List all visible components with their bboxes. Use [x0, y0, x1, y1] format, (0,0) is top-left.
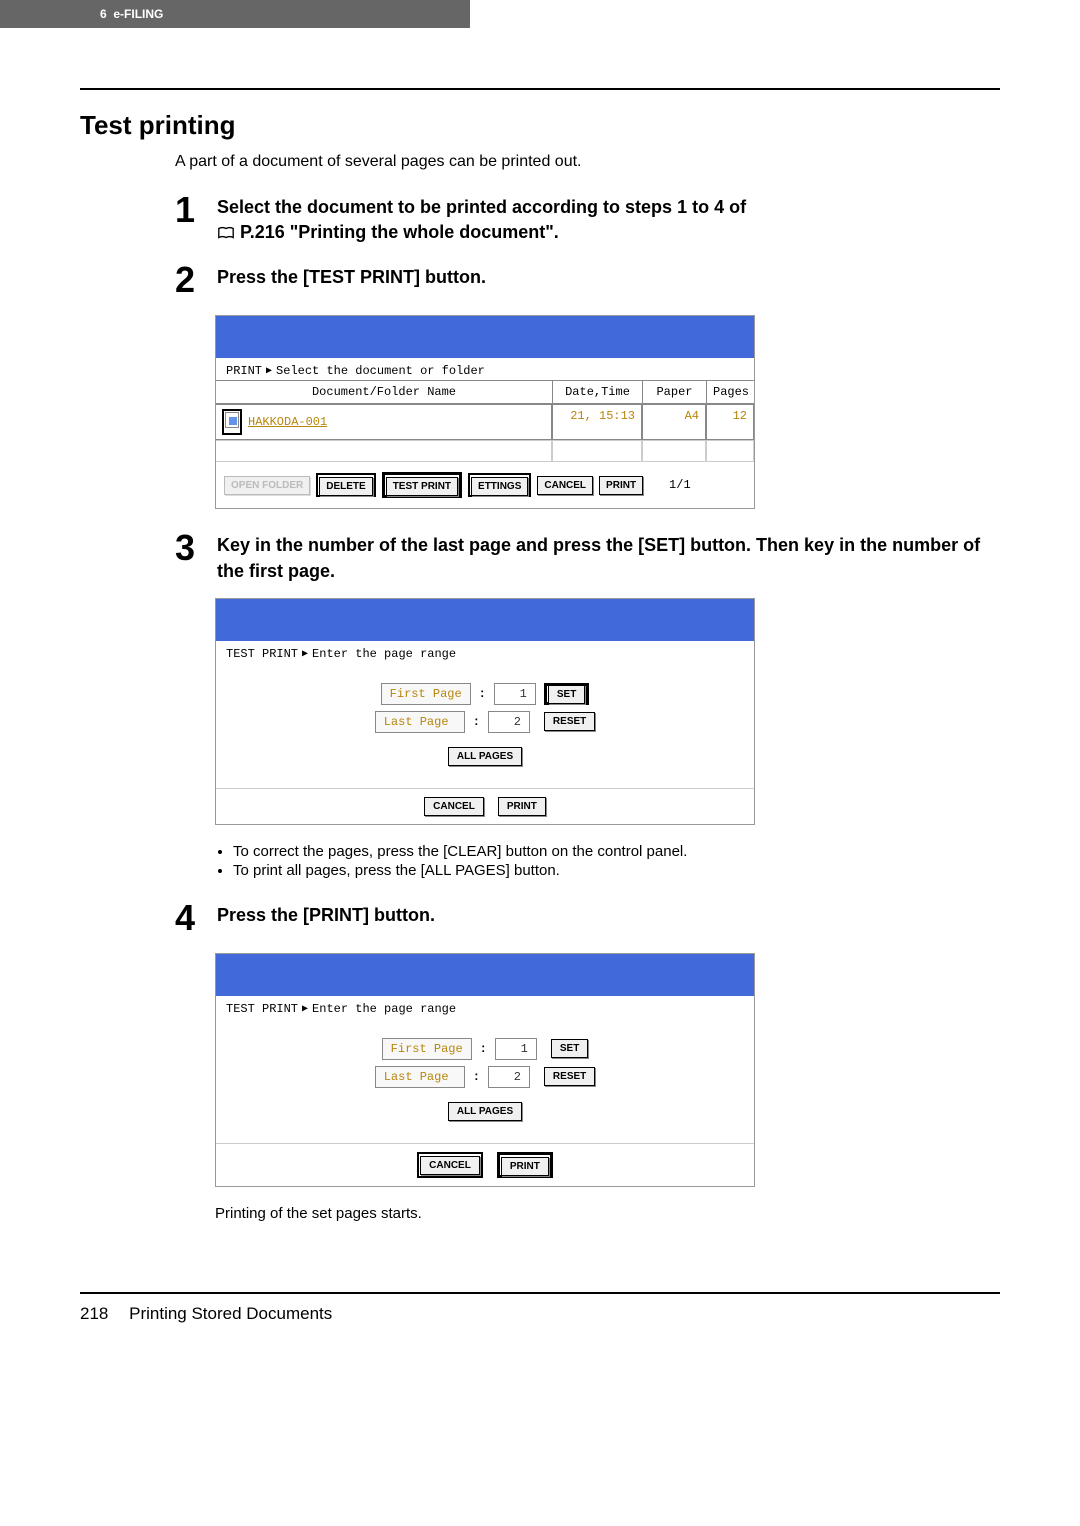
- step-3-title: Key in the number of the last page and p…: [217, 533, 1000, 583]
- table-row-empty: [216, 440, 754, 462]
- notes-list: To correct the pages, press the [CLEAR] …: [215, 843, 1000, 879]
- screenshot-print-list: PRINT▶Select the document or folder Docu…: [215, 315, 755, 509]
- print-button[interactable]: PRINT: [599, 476, 643, 495]
- step-1-title: Select the document to be printed accord…: [217, 195, 1000, 245]
- closing-text: Printing of the set pages starts.: [215, 1205, 1000, 1222]
- list-item: To correct the pages, press the [CLEAR] …: [233, 843, 1000, 860]
- reset-button[interactable]: RESET: [544, 712, 595, 731]
- intro-text: A part of a document of several pages ca…: [175, 153, 1000, 171]
- step-number: 4: [175, 897, 203, 939]
- all-pages-button[interactable]: ALL PAGES: [448, 747, 522, 766]
- step-4-title: Press the [PRINT] button.: [217, 903, 1000, 928]
- triangle-icon: ▶: [266, 365, 272, 377]
- settings-button[interactable]: ETTINGS: [471, 477, 528, 496]
- highlight-frame: SET: [544, 683, 589, 705]
- highlight-frame: [222, 409, 242, 435]
- triangle-icon: ▶: [302, 648, 308, 660]
- last-page-row: Last Page : 2 RESET: [216, 1066, 754, 1088]
- highlight-frame: PRINT: [497, 1152, 553, 1178]
- step-2: 2 Press the [TEST PRINT] button.: [175, 259, 1000, 301]
- cancel-button[interactable]: CANCEL: [424, 797, 484, 816]
- table-header: Document/Folder Name Date,Time Paper Pag…: [216, 380, 754, 404]
- cancel-button[interactable]: CANCEL: [537, 476, 593, 495]
- page-number: 218: [80, 1304, 108, 1324]
- reset-button[interactable]: RESET: [544, 1067, 595, 1086]
- page-footer: 218 Printing Stored Documents: [0, 1294, 1080, 1334]
- highlight-frame: ETTINGS: [468, 473, 531, 497]
- print-button[interactable]: PRINT: [498, 797, 546, 816]
- footer-section-name: Printing Stored Documents: [129, 1304, 332, 1323]
- section-title: Test printing: [80, 110, 1000, 141]
- doc-name: HAKKODA-001: [248, 415, 327, 429]
- screen-header-bar: [216, 599, 754, 641]
- step-number: 2: [175, 259, 203, 301]
- first-page-input[interactable]: 1: [494, 683, 536, 705]
- step-number: 3: [175, 527, 203, 583]
- last-page-label: Last Page: [375, 1066, 465, 1088]
- chapter-number: 6 e-FILING: [100, 7, 163, 21]
- col-name-header: Document/Folder Name: [216, 381, 552, 403]
- list-item: To print all pages, press the [ALL PAGES…: [233, 862, 1000, 879]
- button-toolbar: OPEN FOLDER DELETE TEST PRINT ETTINGS CA…: [216, 462, 754, 508]
- book-icon: [217, 226, 235, 240]
- header-tab: 6 e-FILING: [0, 0, 470, 28]
- cell-date: 21, 15:13: [552, 404, 642, 440]
- breadcrumb: TEST PRINT▶Enter the page range: [216, 641, 754, 663]
- step-3: 3 Key in the number of the last page and…: [175, 527, 1000, 583]
- col-date-header: Date,Time: [552, 381, 642, 403]
- page-indicator: 1/1: [669, 478, 691, 492]
- last-page-row: Last Page : 2 RESET: [216, 711, 754, 733]
- last-page-label: Last Page: [375, 711, 465, 733]
- document-icon: [225, 412, 239, 428]
- step-1: 1 Select the document to be printed acco…: [175, 189, 1000, 245]
- step-4: 4 Press the [PRINT] button.: [175, 897, 1000, 939]
- first-page-row: First Page : 1 SET: [216, 683, 754, 705]
- col-paper-header: Paper: [642, 381, 706, 403]
- col-pages-header: Pages: [706, 381, 754, 403]
- print-button[interactable]: PRINT: [501, 1157, 549, 1176]
- triangle-icon: ▶: [302, 1003, 308, 1015]
- cancel-button[interactable]: CANCEL: [420, 1156, 480, 1175]
- first-page-input[interactable]: 1: [495, 1038, 537, 1060]
- screen-header-bar: [216, 954, 754, 996]
- horizontal-rule: [80, 88, 1000, 90]
- highlight-frame: CANCEL: [417, 1152, 483, 1178]
- highlight-frame: TEST PRINT: [382, 472, 462, 498]
- last-page-input[interactable]: 2: [488, 1066, 530, 1088]
- screenshot-page-range-set: TEST PRINT▶Enter the page range First Pa…: [215, 598, 755, 825]
- set-button[interactable]: SET: [548, 685, 585, 704]
- highlight-frame: DELETE: [316, 473, 375, 497]
- first-page-label: First Page: [382, 1038, 472, 1060]
- screen-header-bar: [216, 316, 754, 358]
- screenshot-page-range-print: TEST PRINT▶Enter the page range First Pa…: [215, 953, 755, 1187]
- cell-pages: 12: [706, 404, 754, 440]
- open-folder-button[interactable]: OPEN FOLDER: [224, 476, 310, 495]
- breadcrumb: TEST PRINT▶Enter the page range: [216, 996, 754, 1018]
- step-number: 1: [175, 189, 203, 245]
- step-2-title: Press the [TEST PRINT] button.: [217, 265, 1000, 290]
- delete-button[interactable]: DELETE: [319, 477, 372, 496]
- breadcrumb: PRINT▶Select the document or folder: [216, 358, 754, 380]
- set-button[interactable]: SET: [551, 1039, 588, 1058]
- cell-paper: A4: [642, 404, 706, 440]
- first-page-label: First Page: [381, 683, 471, 705]
- last-page-input[interactable]: 2: [488, 711, 530, 733]
- table-row[interactable]: HAKKODA-001 21, 15:13 A4 12: [216, 404, 754, 440]
- test-print-button[interactable]: TEST PRINT: [386, 477, 458, 496]
- first-page-row: First Page : 1 SET: [216, 1038, 754, 1060]
- all-pages-button[interactable]: ALL PAGES: [448, 1102, 522, 1121]
